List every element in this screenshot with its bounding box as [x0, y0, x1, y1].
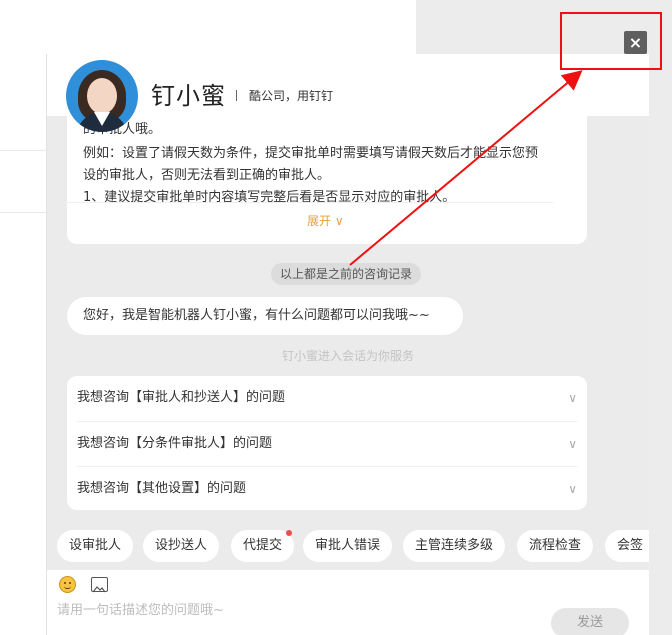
message-input-area: 发送 [47, 570, 649, 635]
image-upload-icon[interactable] [91, 577, 108, 593]
quick-chip[interactable]: 会签 [605, 530, 649, 562]
notification-dot [286, 530, 293, 536]
send-button[interactable]: 发送 [551, 608, 629, 635]
chat-panel: 钉小蜜 酷公司，用钉钉 的审批人哦。 例如：设置了请假天数为条件，提交审批单时需… [46, 54, 649, 635]
avatar [66, 60, 138, 132]
faq-item[interactable]: 我想咨询【审批人和抄送人】的问题 ∨ [77, 376, 577, 420]
expand-link[interactable]: 展开 ∨ [307, 212, 344, 229]
avatar-face [87, 78, 117, 114]
quick-chip-label: 代提交 [243, 538, 283, 553]
emoji-icon[interactable] [59, 576, 76, 593]
chat-header: 钉小蜜 酷公司，用钉钉 [47, 54, 649, 116]
background-divider [0, 150, 46, 151]
faq-item-label: 我想咨询【其他设置】的问题 [77, 481, 247, 496]
chevron-down-icon: ∨ [568, 437, 577, 451]
quick-chip[interactable]: 主管连续多级 [403, 530, 506, 562]
session-notice: 钉小蜜进入会话为你服务 [281, 349, 414, 363]
annotation-highlight-box [560, 12, 662, 70]
image-icon-graphic [92, 586, 106, 593]
faq-card: 我想咨询【审批人和抄送人】的问题 ∨ 我想咨询【分条件审批人】的问题 ∨ 我想咨… [67, 376, 587, 510]
quick-chip[interactable]: 设抄送人 [143, 530, 220, 562]
emoji-eye [69, 582, 71, 584]
header-separator [236, 90, 237, 101]
greeting-message: 您好，我是智能机器人钉小蜜，有什么问题都可以问我哦~~ [67, 297, 463, 335]
bot-tagline: 酷公司，用钉钉 [249, 89, 334, 103]
quick-chip-label: 会签 [617, 538, 644, 553]
message-input[interactable] [57, 600, 537, 620]
emoji-mouth [64, 586, 71, 589]
history-line: 1、建议提交审批单时内容填写完整后看是否显示对应的审批人。 [83, 190, 456, 205]
faq-item[interactable]: 我想咨询【其他设置】的问题 ∨ [77, 466, 577, 510]
bot-name: 钉小蜜 [151, 82, 226, 110]
faq-item-label: 我想咨询【分条件审批人】的问题 [77, 436, 273, 451]
history-line: 设的审批人，否则无法看到正确的审批人。 [83, 168, 331, 183]
quick-chip[interactable]: 审批人错误 [303, 530, 393, 562]
quick-chip[interactable]: 设审批人 [57, 530, 134, 562]
chevron-down-icon: ∨ [568, 482, 577, 496]
faq-item[interactable]: 我想咨询【分条件审批人】的问题 ∨ [77, 421, 577, 465]
chevron-down-icon: ∨ [568, 391, 577, 405]
history-record-label: 以上都是之前的咨询记录 [271, 263, 421, 285]
quick-chip[interactable]: 代提交 [231, 530, 295, 562]
emoji-eye [64, 582, 66, 584]
history-divider [63, 202, 553, 203]
faq-item-label: 我想咨询【审批人和抄送人】的问题 [77, 390, 286, 405]
history-line: 例如：设置了请假天数为条件，提交审批单时需要填写请假天数后才能显示您预 [83, 146, 539, 161]
background-divider [0, 212, 46, 213]
quick-chip[interactable]: 流程检查 [517, 530, 594, 562]
